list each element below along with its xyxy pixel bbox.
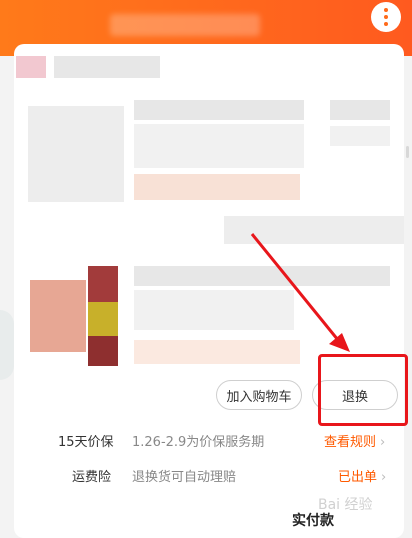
chevron-right-icon: › xyxy=(380,435,386,450)
view-rules-link[interactable]: 查看规则 › xyxy=(324,431,385,450)
chevron-right-icon: › xyxy=(381,470,387,485)
price-protect-label: 15天价保 xyxy=(58,435,114,450)
price-protect-text: 1.26-2.9为价保服务期 xyxy=(132,435,265,450)
scrollbar[interactable] xyxy=(406,146,409,158)
insurance-status-link[interactable]: 已出单 › xyxy=(338,466,386,485)
watermark: Bai 经验 xyxy=(318,497,373,513)
shipping-insurance-label: 运费险 xyxy=(72,470,112,485)
shipping-insurance-text: 退换货可自动理赔 xyxy=(132,470,237,485)
annotation-arrow-icon xyxy=(250,233,350,352)
